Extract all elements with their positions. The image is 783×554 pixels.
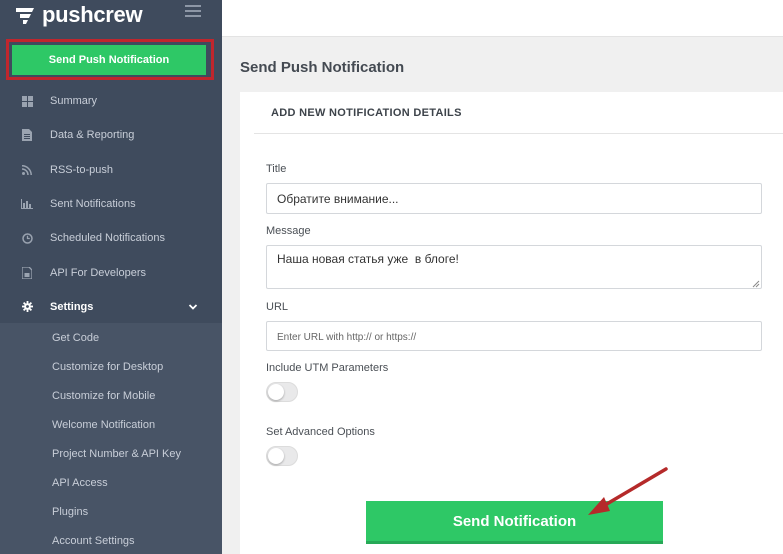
sidebar-item-label: Summary: [50, 95, 98, 108]
submenu-item-welcome-notification[interactable]: Welcome Notification: [0, 410, 222, 439]
sidebar-item-label: Sent Notifications: [50, 198, 136, 211]
sidebar-item-label: RSS-to-push: [50, 163, 113, 176]
document-icon: [20, 129, 34, 142]
url-label: URL: [266, 301, 289, 313]
toggle-knob: [268, 384, 284, 400]
url-input[interactable]: [266, 321, 762, 351]
utm-label: Include UTM Parameters: [266, 362, 389, 374]
bar-chart-icon: [20, 198, 34, 210]
title-label: Title: [266, 163, 287, 175]
brand-name: pushcrew: [42, 2, 143, 27]
sidebar-item-label: Settings: [50, 300, 94, 313]
chevron-down-icon: [188, 304, 198, 310]
submenu-item-api-access[interactable]: API Access: [0, 468, 222, 497]
advanced-options-label: Set Advanced Options: [266, 426, 375, 438]
sidebar-item-label: API For Developers: [50, 266, 146, 279]
submenu-item-get-code[interactable]: Get Code: [0, 323, 222, 352]
send-push-notification-button[interactable]: Send Push Notification: [12, 45, 206, 75]
settings-submenu: Get Code Customize for Desktop Customize…: [0, 323, 222, 554]
submenu-item-account-settings[interactable]: Account Settings: [0, 526, 222, 554]
dashboard-icon: [20, 95, 34, 107]
message-textarea[interactable]: Наша новая статья уже в блоге!: [266, 245, 762, 289]
red-arrow-annotation-icon: [588, 467, 668, 515]
submenu-item-customize-mobile[interactable]: Customize for Mobile: [0, 381, 222, 410]
advanced-options-toggle[interactable]: [266, 446, 298, 466]
toggle-knob: [268, 448, 284, 464]
utm-toggle[interactable]: [266, 382, 298, 402]
resize-handle-icon[interactable]: [750, 278, 760, 288]
title-input[interactable]: [266, 183, 762, 214]
card-header: ADD NEW NOTIFICATION DETAILS: [271, 107, 462, 119]
gear-icon: [20, 301, 34, 313]
sidebar-nav: Summary Data & Reporting RSS-to-push Sen…: [0, 84, 222, 324]
submenu-item-project-number-api-key[interactable]: Project Number & API Key: [0, 439, 222, 468]
sidebar-item-scheduled-notifications[interactable]: Scheduled Notifications: [0, 221, 222, 255]
sidebar-item-api-for-developers[interactable]: API For Developers: [0, 255, 222, 289]
pushcrew-logo-icon: [16, 8, 34, 24]
submenu-item-plugins[interactable]: Plugins: [0, 497, 222, 526]
top-bar: [222, 0, 783, 37]
clock-icon: [20, 232, 34, 244]
message-label: Message: [266, 225, 311, 237]
sidebar-item-settings[interactable]: Settings: [0, 290, 222, 324]
sidebar-item-summary[interactable]: Summary: [0, 84, 222, 118]
sidebar: pushcrew Send Push Notification Summary …: [0, 0, 222, 554]
card-divider: [254, 133, 783, 134]
page-title: Send Push Notification: [240, 59, 405, 76]
submenu-item-customize-desktop[interactable]: Customize for Desktop: [0, 352, 222, 381]
sidebar-item-sent-notifications[interactable]: Sent Notifications: [0, 187, 222, 221]
sidebar-item-label: Data & Reporting: [50, 129, 135, 142]
hamburger-icon[interactable]: [185, 5, 201, 19]
sidebar-item-rss-to-push[interactable]: RSS-to-push: [0, 153, 222, 187]
rss-icon: [20, 164, 34, 176]
sidebar-item-data-reporting[interactable]: Data & Reporting: [0, 118, 222, 152]
api-doc-icon: [20, 266, 34, 279]
sidebar-item-label: Scheduled Notifications: [50, 232, 165, 245]
brand[interactable]: pushcrew: [14, 2, 143, 28]
